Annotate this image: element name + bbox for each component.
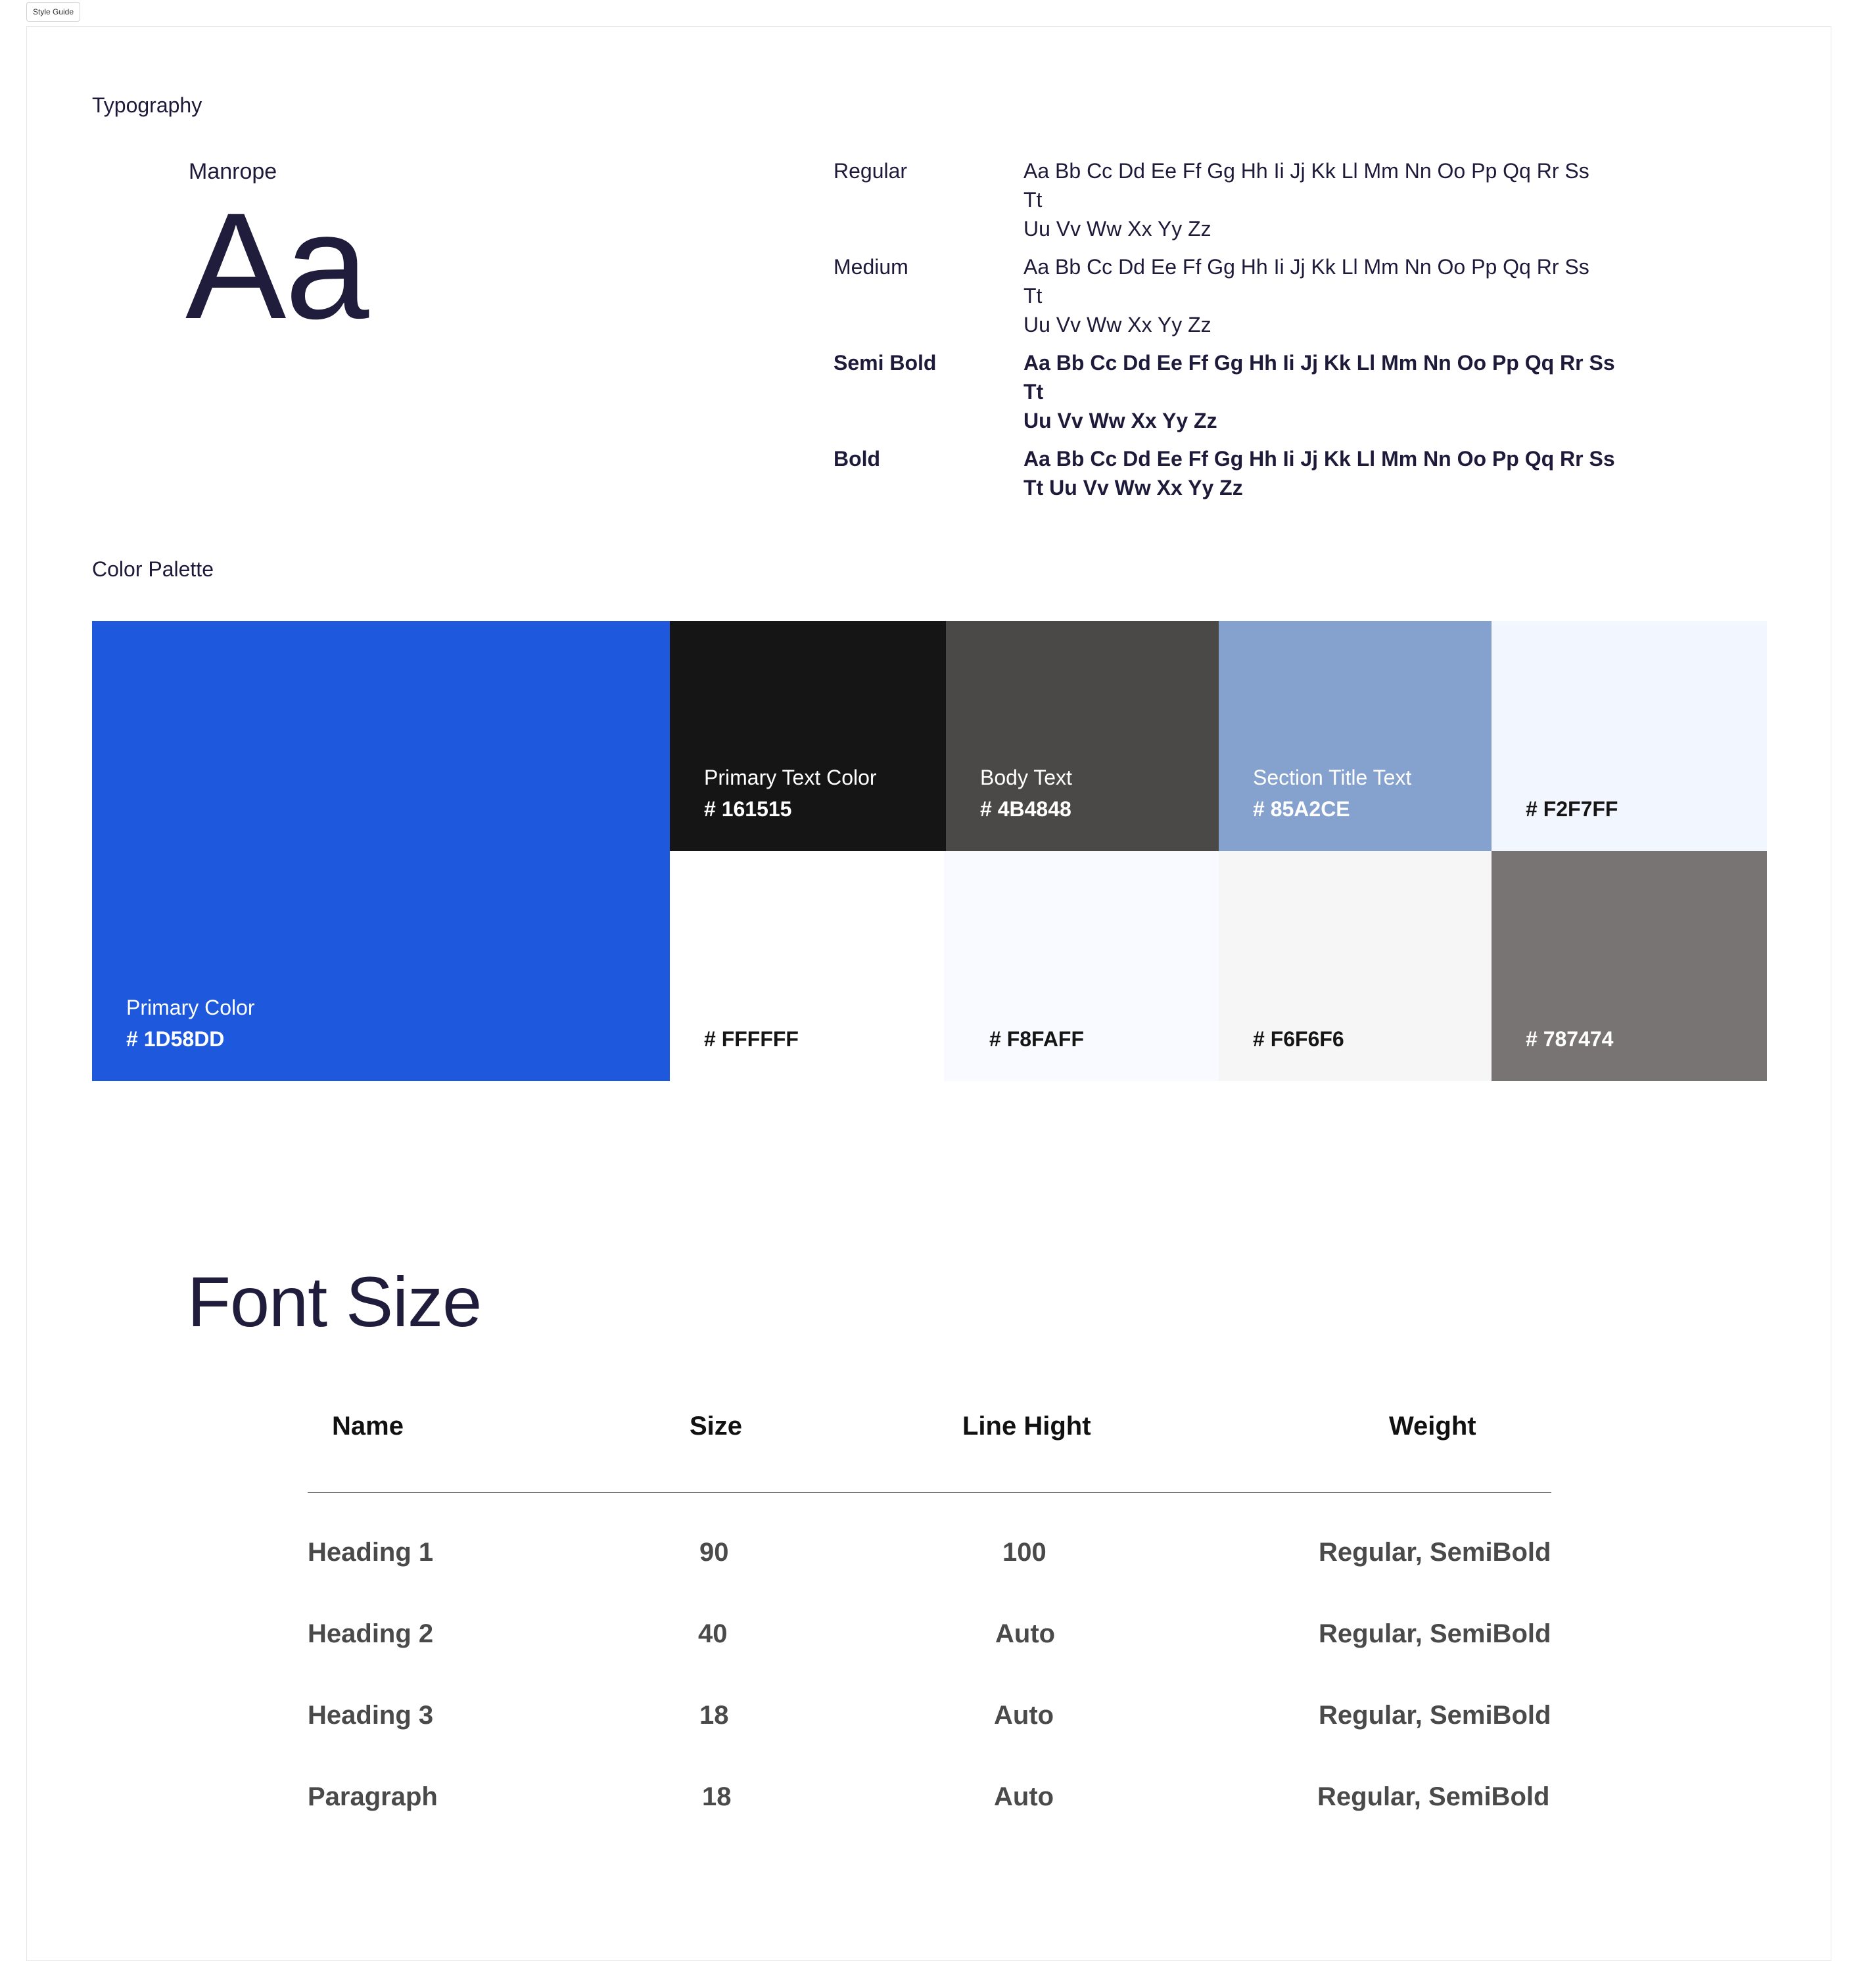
specimen-line: Uu Vv Ww Xx Yy Zz [1023, 409, 1217, 432]
weight-label-bold: Bold [834, 447, 881, 471]
swatch-hex: # 161515 [704, 797, 792, 821]
swatch-text: # 787474 [1526, 1023, 1613, 1055]
swatch-787474[interactable]: # 787474 [1492, 851, 1767, 1081]
specimen-line: Aa Bb Cc Dd Ee Ff Gg Hh Ii Jj Kk Ll Mm N… [1023, 351, 1615, 404]
cell-size: 40 [698, 1619, 728, 1648]
column-header-line-height: Line Hight [962, 1412, 1091, 1441]
table-header-divider [308, 1492, 1551, 1493]
font-sample-aa: Aa [185, 181, 369, 350]
swatch-text: Primary Color # 1D58DD [126, 992, 255, 1055]
specimen-medium: Aa Bb Cc Dd Ee Ff Gg Hh Ii Jj Kk Ll Mm N… [1023, 252, 1602, 339]
swatch-name: Body Text [980, 766, 1072, 789]
swatch-text: Body Text # 4B4848 [980, 762, 1072, 825]
specimen-line: Uu Vv Ww Xx Yy Zz [1023, 313, 1211, 336]
swatch-hex: # 85A2CE [1253, 797, 1350, 821]
font-size-title: Font Size [187, 1262, 482, 1341]
column-header-size: Size [690, 1412, 743, 1441]
cell-line-height: Auto [994, 1782, 1054, 1811]
cell-name: Heading 2 [308, 1619, 434, 1648]
swatch-text: Primary Text Color # 161515 [704, 762, 877, 825]
cell-weight: Regular, SemiBold [1317, 1782, 1550, 1811]
cell-name: Paragraph [308, 1782, 438, 1811]
cell-weight: Regular, SemiBold [1319, 1619, 1551, 1648]
cell-line-height: 100 [1002, 1538, 1046, 1567]
cell-name: Heading 1 [308, 1538, 434, 1567]
frame-label[interactable]: Style Guide [26, 2, 81, 22]
weight-label-semibold: Semi Bold [834, 351, 937, 375]
swatch-f6f6f6[interactable]: # F6F6F6 [1219, 851, 1492, 1081]
cell-weight: Regular, SemiBold [1319, 1701, 1551, 1730]
swatch-primary-text-color[interactable]: Primary Text Color # 161515 [670, 621, 946, 851]
swatch-hex: # F6F6F6 [1253, 1027, 1344, 1051]
swatch-ffffff[interactable]: # FFFFFF [670, 851, 946, 1081]
cell-line-height: Auto [995, 1619, 1056, 1648]
weight-label-medium: Medium [834, 255, 908, 279]
swatch-text: # F8FAFF [989, 1023, 1084, 1055]
cell-weight: Regular, SemiBold [1319, 1538, 1551, 1567]
swatch-body-text[interactable]: Body Text # 4B4848 [946, 621, 1219, 851]
swatch-text: # F2F7FF [1526, 793, 1618, 825]
swatch-primary-color[interactable]: Primary Color # 1D58DD [92, 621, 670, 1081]
swatch-name: Section Title Text [1253, 766, 1412, 789]
swatch-f2f7ff[interactable]: # F2F7FF [1492, 621, 1767, 851]
cell-size: 18 [702, 1782, 732, 1811]
swatch-section-title-text[interactable]: Section Title Text # 85A2CE [1219, 621, 1492, 851]
weight-label-regular: Regular [834, 159, 908, 183]
column-header-weight: Weight [1389, 1412, 1476, 1441]
specimen-line: Aa Bb Cc Dd Ee Ff Gg Hh Ii Jj Kk Ll Mm N… [1023, 447, 1615, 471]
cell-size: 90 [699, 1538, 729, 1567]
swatch-name: Primary Color [126, 996, 255, 1019]
column-header-name: Name [332, 1412, 404, 1441]
specimen-bold: Aa Bb Cc Dd Ee Ff Gg Hh Ii Jj Kk Ll Mm N… [1023, 444, 1628, 502]
swatch-text: # FFFFFF [704, 1023, 799, 1055]
swatch-hex: # F8FAFF [989, 1027, 1085, 1051]
cell-line-height: Auto [994, 1701, 1054, 1730]
color-palette-section-title: Color Palette [92, 557, 214, 581]
specimen-line: Tt Uu Vv Ww Xx Yy Zz [1023, 476, 1243, 499]
swatch-hex: # FFFFFF [704, 1027, 799, 1051]
specimen-line: Aa Bb Cc Dd Ee Ff Gg Hh Ii Jj Kk Ll Mm N… [1023, 159, 1589, 212]
cell-size: 18 [699, 1701, 729, 1730]
specimen-semibold: Aa Bb Cc Dd Ee Ff Gg Hh Ii Jj Kk Ll Mm N… [1023, 348, 1628, 435]
swatch-f8faff[interactable]: # F8FAFF [944, 851, 1219, 1081]
specimen-regular: Aa Bb Cc Dd Ee Ff Gg Hh Ii Jj Kk Ll Mm N… [1023, 156, 1602, 243]
swatch-hex: # 1D58DD [126, 1027, 225, 1051]
specimen-line: Aa Bb Cc Dd Ee Ff Gg Hh Ii Jj Kk Ll Mm N… [1023, 255, 1589, 308]
specimen-line: Uu Vv Ww Xx Yy Zz [1023, 217, 1211, 241]
typography-section-title: Typography [92, 93, 202, 117]
swatch-hex: # 787474 [1526, 1027, 1614, 1051]
color-palette: Primary Color # 1D58DD Primary Text Colo… [92, 621, 1767, 1081]
swatch-text: Section Title Text # 85A2CE [1253, 762, 1411, 825]
swatch-hex: # F2F7FF [1526, 797, 1618, 821]
cell-name: Heading 3 [308, 1701, 434, 1730]
swatch-text: # F6F6F6 [1253, 1023, 1344, 1055]
swatch-hex: # 4B4848 [980, 797, 1071, 821]
swatch-name: Primary Text Color [704, 766, 877, 789]
